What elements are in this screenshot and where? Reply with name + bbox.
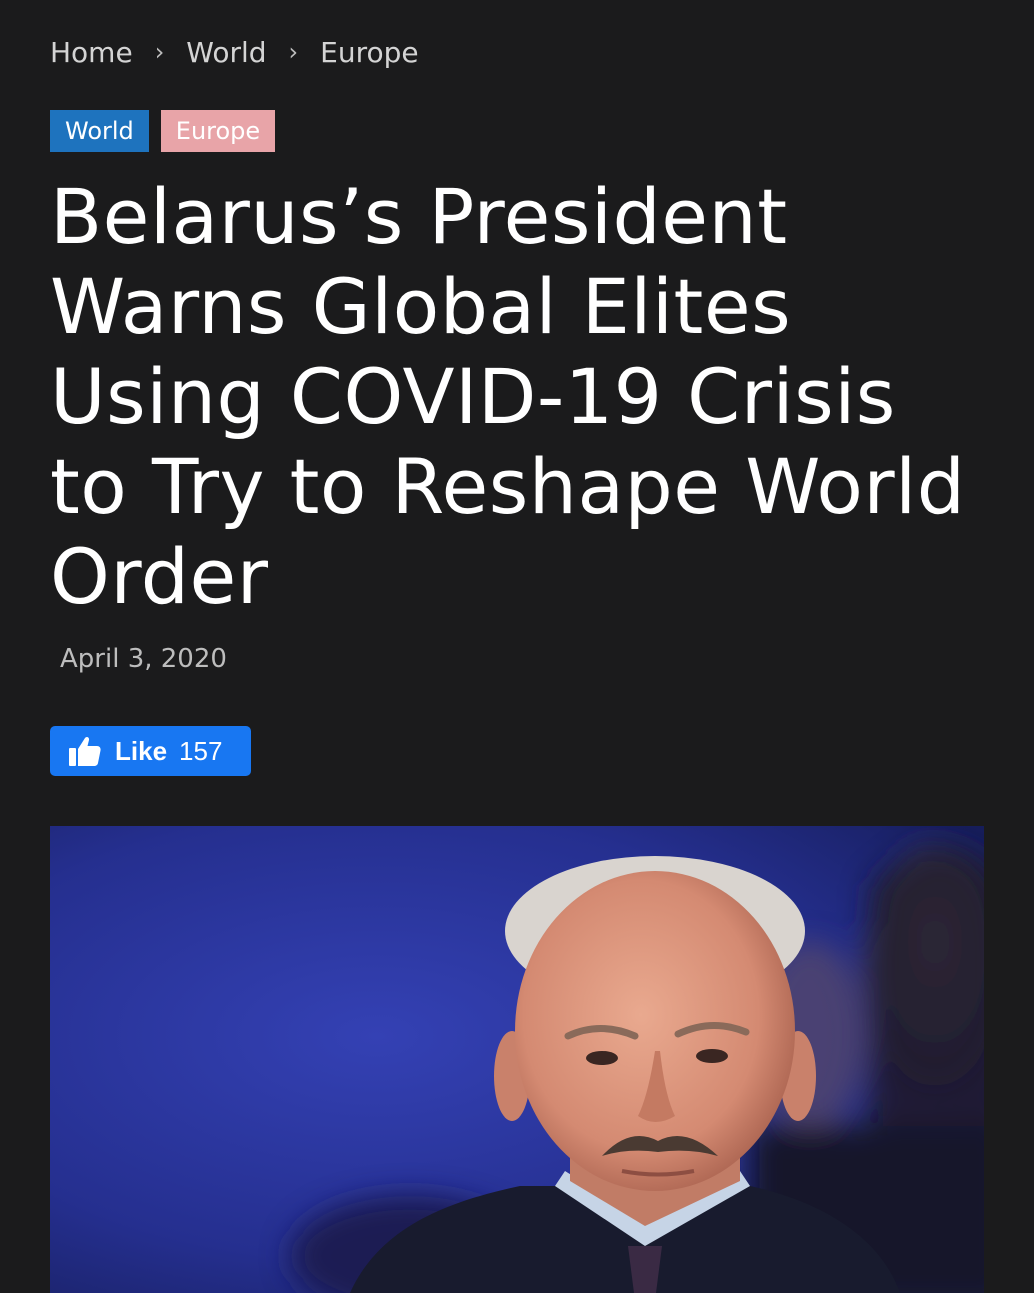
article-photo — [50, 826, 984, 1293]
breadcrumb: Home › World › Europe — [50, 30, 419, 74]
breadcrumb-europe-link[interactable]: Europe — [320, 36, 418, 69]
article-date: April 3, 2020 — [60, 644, 227, 674]
category-tags: World Europe — [50, 110, 276, 152]
article-title: Belarus’s President Warns Global Elites … — [50, 172, 966, 621]
like-count: 157 — [179, 735, 223, 766]
breadcrumb-home-link[interactable]: Home — [50, 36, 133, 69]
portrait-illustration — [50, 826, 984, 1293]
tag-europe[interactable]: Europe — [160, 110, 276, 152]
breadcrumb-world-link[interactable]: World — [186, 36, 266, 69]
thumbs-up-icon — [68, 734, 102, 768]
tag-world[interactable]: World — [50, 110, 149, 152]
like-label: Like — [115, 735, 168, 766]
facebook-like-button[interactable]: Like 157 — [50, 726, 251, 776]
breadcrumb-separator-icon: › — [288, 38, 299, 66]
breadcrumb-separator-icon: › — [154, 38, 165, 66]
